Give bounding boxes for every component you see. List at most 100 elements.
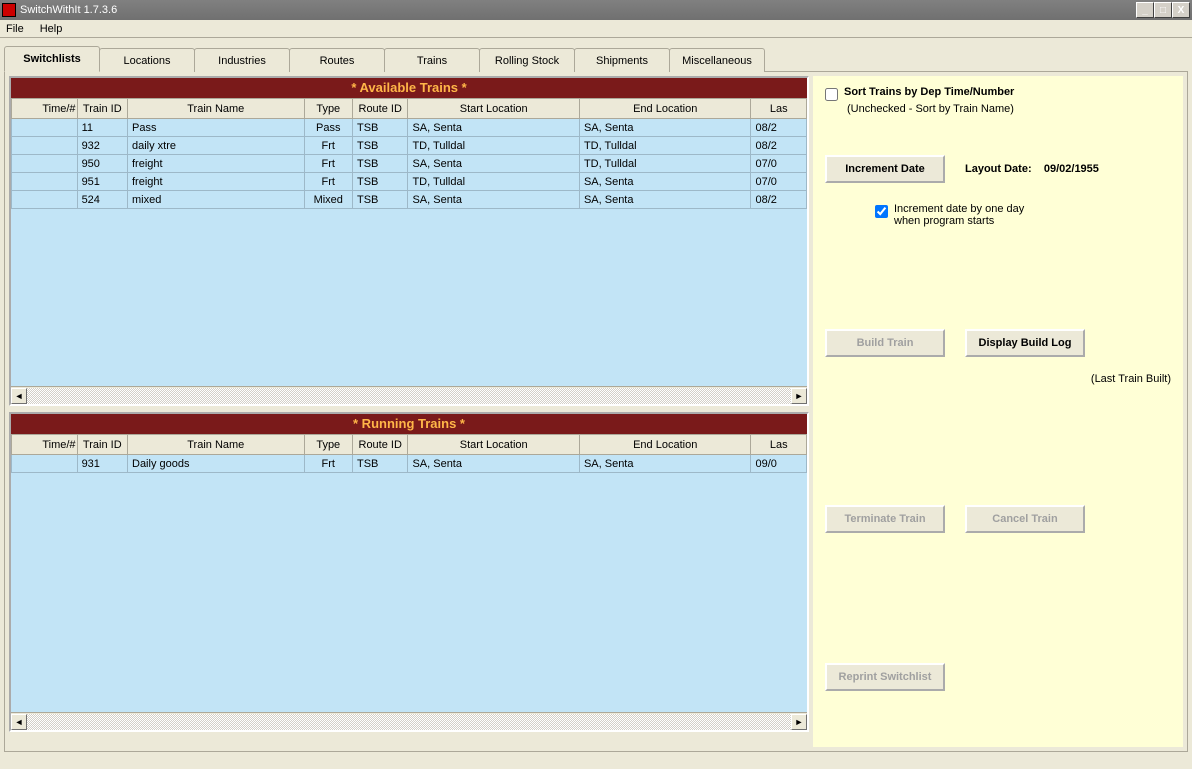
table-row[interactable]: 931Daily goodsFrtTSBSA, SentaSA, Senta09… (12, 455, 807, 473)
cell-end: TD, Tulldal (579, 155, 751, 173)
col-last[interactable]: Las (751, 99, 807, 119)
cell-start: SA, Senta (408, 191, 580, 209)
cell-time (12, 173, 78, 191)
col-train-id[interactable]: Train ID (77, 99, 127, 119)
layout-date-value: 09/02/1955 (1044, 163, 1099, 175)
tab-switchlists[interactable]: Switchlists (4, 46, 100, 72)
cell-id: 951 (77, 173, 127, 191)
table-row[interactable]: 11PassPassTSBSA, SentaSA, Senta08/2 (12, 119, 807, 137)
tab-routes[interactable]: Routes (289, 48, 385, 72)
col-type[interactable]: Type (304, 99, 352, 119)
cell-type: Mixed (304, 191, 352, 209)
col-start[interactable]: Start Location (408, 99, 580, 119)
table-row[interactable]: 524mixedMixedTSBSA, SentaSA, Senta08/2 (12, 191, 807, 209)
table-row[interactable]: 951freightFrtTSBTD, TulldalSA, Senta07/0 (12, 173, 807, 191)
autoinc-line1: Increment date by one day (894, 203, 1024, 215)
cell-route: TSB (352, 173, 407, 191)
app-icon (2, 3, 16, 17)
scroll-track[interactable] (27, 388, 791, 404)
tab-locations[interactable]: Locations (99, 48, 195, 72)
col-start[interactable]: Start Location (408, 435, 580, 455)
display-build-log-button[interactable]: Display Build Log (965, 329, 1085, 357)
cell-last: 07/0 (751, 155, 807, 173)
col-route[interactable]: Route ID (352, 99, 407, 119)
tab-rolling-stock[interactable]: Rolling Stock (479, 48, 575, 72)
cell-time (12, 155, 78, 173)
running-hscroll[interactable]: ◄ ► (11, 712, 807, 730)
controls-panel: Sort Trains by Dep Time/Number (Unchecke… (813, 76, 1183, 747)
layout-date-label: Layout Date: (965, 163, 1032, 175)
col-end[interactable]: End Location (579, 435, 751, 455)
col-route[interactable]: Route ID (352, 435, 407, 455)
menubar: File Help (0, 20, 1192, 38)
cell-name: Pass (128, 119, 305, 137)
scroll-right-icon[interactable]: ► (791, 388, 807, 404)
col-time[interactable]: Time/# (12, 435, 78, 455)
cell-type: Frt (304, 173, 352, 191)
cell-time (12, 137, 78, 155)
close-button[interactable]: X (1172, 2, 1190, 18)
cell-id: 950 (77, 155, 127, 173)
available-hscroll[interactable]: ◄ ► (11, 386, 807, 404)
col-end[interactable]: End Location (579, 99, 751, 119)
scroll-right-icon[interactable]: ► (791, 714, 807, 730)
cancel-train-button[interactable]: Cancel Train (965, 505, 1085, 533)
cell-name: freight (128, 173, 305, 191)
tab-trains[interactable]: Trains (384, 48, 480, 72)
cell-route: TSB (352, 455, 407, 473)
cell-time (12, 119, 78, 137)
autoinc-label[interactable]: Increment date by one day when program s… (894, 203, 1024, 227)
cell-last: 08/2 (751, 119, 807, 137)
cell-end: SA, Senta (579, 173, 751, 191)
increment-date-button[interactable]: Increment Date (825, 155, 945, 183)
table-row[interactable]: 932daily xtreFrtTSBTD, TulldalTD, Tullda… (12, 137, 807, 155)
cell-id: 524 (77, 191, 127, 209)
maximize-button[interactable]: □ (1154, 2, 1172, 18)
cell-last: 09/0 (751, 455, 807, 473)
cell-id: 932 (77, 137, 127, 155)
reprint-switchlist-button[interactable]: Reprint Switchlist (825, 663, 945, 691)
build-train-button[interactable]: Build Train (825, 329, 945, 357)
cell-type: Frt (304, 455, 352, 473)
available-header-row: Time/# Train ID Train Name Type Route ID… (12, 99, 807, 119)
cell-id: 11 (77, 119, 127, 137)
col-last[interactable]: Las (751, 435, 807, 455)
cell-id: 931 (77, 455, 127, 473)
cell-end: SA, Senta (579, 455, 751, 473)
cell-last: 08/2 (751, 191, 807, 209)
cell-last: 08/2 (751, 137, 807, 155)
scroll-left-icon[interactable]: ◄ (11, 388, 27, 404)
tab-shipments[interactable]: Shipments (574, 48, 670, 72)
minimize-button[interactable]: _ (1136, 2, 1154, 18)
col-train-name[interactable]: Train Name (128, 435, 305, 455)
running-trains-title: * Running Trains * (11, 414, 807, 434)
cell-start: TD, Tulldal (408, 173, 580, 191)
col-time[interactable]: Time/# (12, 99, 78, 119)
scroll-track[interactable] (27, 714, 791, 730)
sort-checkbox[interactable] (825, 88, 838, 101)
available-trains-grid[interactable]: Time/# Train ID Train Name Type Route ID… (11, 98, 807, 386)
cell-time (12, 191, 78, 209)
running-trains-panel: * Running Trains * Time/# Train ID Train… (9, 412, 809, 732)
running-trains-grid[interactable]: Time/# Train ID Train Name Type Route ID… (11, 434, 807, 712)
tab-miscellaneous[interactable]: Miscellaneous (669, 48, 765, 72)
tab-industries[interactable]: Industries (194, 48, 290, 72)
menu-help[interactable]: Help (36, 22, 67, 36)
autoinc-checkbox[interactable] (875, 205, 888, 218)
col-train-id[interactable]: Train ID (77, 435, 127, 455)
menu-file[interactable]: File (2, 22, 28, 36)
tabs-strip: SwitchlistsLocationsIndustriesRoutesTrai… (4, 46, 1188, 72)
cell-type: Frt (304, 137, 352, 155)
cell-type: Pass (304, 119, 352, 137)
available-trains-panel: * Available Trains * Time/# Train ID Tra… (9, 76, 809, 406)
col-train-name[interactable]: Train Name (128, 99, 305, 119)
sort-note: (Unchecked - Sort by Train Name) (847, 103, 1171, 115)
terminate-train-button[interactable]: Terminate Train (825, 505, 945, 533)
sort-checkbox-label[interactable]: Sort Trains by Dep Time/Number (844, 86, 1014, 98)
col-type[interactable]: Type (304, 435, 352, 455)
table-row[interactable]: 950freightFrtTSBSA, SentaTD, Tulldal07/0 (12, 155, 807, 173)
scroll-left-icon[interactable]: ◄ (11, 714, 27, 730)
cell-last: 07/0 (751, 173, 807, 191)
window-title: SwitchWithIt 1.7.3.6 (20, 4, 117, 16)
available-trains-title: * Available Trains * (11, 78, 807, 98)
